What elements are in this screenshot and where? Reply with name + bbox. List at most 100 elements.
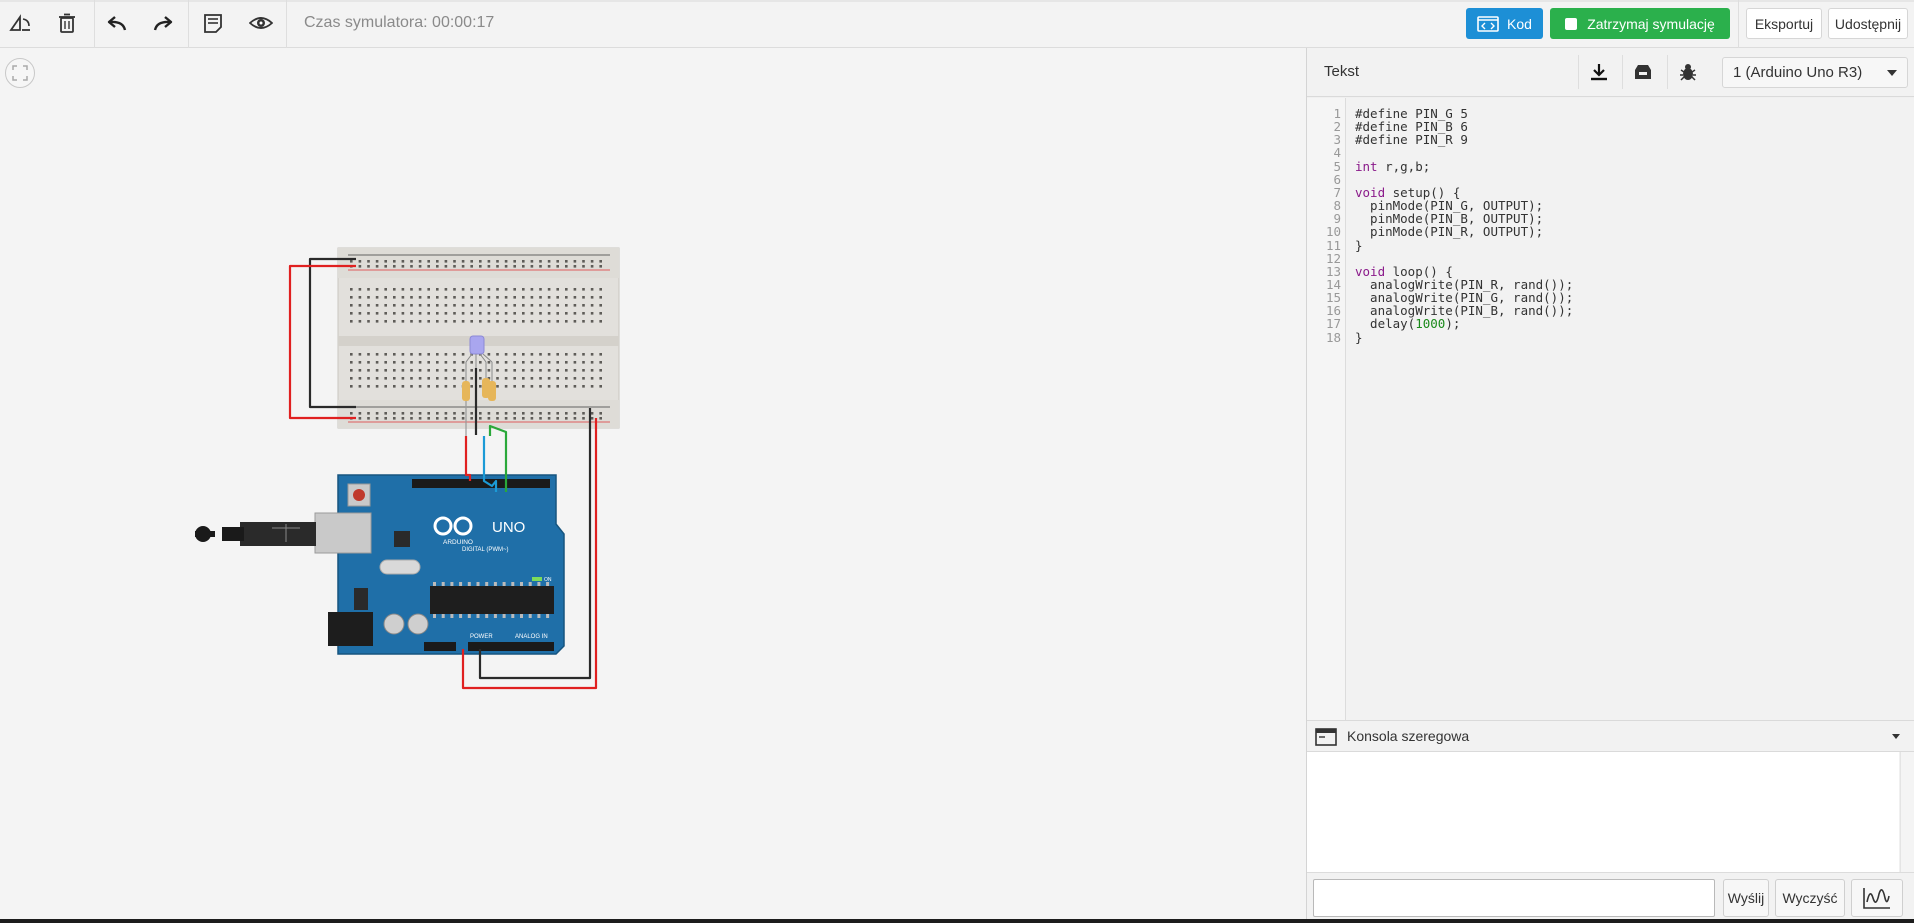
breadboard-hole [436,361,439,364]
breadboard-hole [350,304,353,307]
breadboard-hole [565,312,568,315]
serial-console-header[interactable]: Konsola szeregowa [1307,720,1914,752]
code-text: } [1355,329,1363,345]
breadboard-hole [436,304,439,307]
breadboard-hole [418,288,422,291]
breadboard-hole [539,296,542,299]
breadboard-hole [427,260,430,263]
breadboard-hole [522,369,525,372]
chip-pin [441,582,445,586]
breadboard-hole [496,353,499,356]
breadboard-hole [556,377,559,380]
stop-simulation-label: Zatrzymaj symulację [1587,15,1715,32]
breadboard-hole [410,377,413,380]
graph-button[interactable] [1851,879,1903,917]
breadboard-hole [496,265,499,268]
breadboard-hole [470,304,473,307]
serial-input[interactable] [1313,879,1715,917]
breadboard-hole [358,412,362,415]
breadboard-hole [496,369,499,372]
breadboard-hole [358,265,362,268]
breadboard-hole [393,412,396,415]
serial-console-scrollbar[interactable] [1900,752,1914,872]
arduino-uno-board[interactable]: DIGITAL (PWM~) UNO ARDUINO POWER ANALOG … [195,474,565,655]
breadboard-hole [565,304,568,307]
notes-button[interactable] [196,8,230,38]
breadboard-hole [582,369,585,372]
breadboard-hole [479,296,482,299]
breadboard-hole [453,320,456,323]
chip-pin [502,614,506,618]
breadboard-hole [530,312,534,315]
visibility-button[interactable] [244,8,278,38]
breadboard-hole [599,377,602,380]
breadboard-hole [427,320,430,323]
breadboard-hole [547,361,551,364]
stop-simulation-button[interactable]: Zatrzymaj symulację [1550,8,1730,39]
breadboard-hole [393,312,396,315]
breadboard-hole [504,312,508,315]
stop-icon [1565,17,1578,30]
breadboard-hole [410,288,413,291]
breadboard-hole [565,288,568,291]
download-button[interactable] [1578,55,1619,89]
breadboard-hole [479,385,482,388]
breadboard-hole [461,296,465,299]
breadboard-hole [384,288,387,291]
breadboard-hole [410,369,413,372]
redo-button[interactable] [146,8,180,38]
share-button[interactable]: Udostępnij [1828,8,1908,39]
breadboard-hole [401,296,405,299]
breadboard-hole [410,296,413,299]
code-button[interactable]: Kod [1466,8,1543,39]
breadboard-hole [470,385,473,388]
breadboard-hole [504,320,508,323]
breadboard-hole [470,377,473,380]
breadboard-hole [539,312,542,315]
code-mode-selector[interactable]: Tekst [1324,63,1359,80]
breadboard-hole [410,265,413,268]
device-dropdown[interactable]: 1 (Arduino Uno R3) [1722,57,1908,88]
breadboard-hole [599,369,602,372]
breadboard-hole [599,265,602,268]
breadboard-hole [590,265,594,268]
device-dropdown-value: 1 (Arduino Uno R3) [1733,64,1863,81]
send-button[interactable]: Wyślij [1723,879,1769,917]
breadboard-hole [573,296,577,299]
breadboard-hole [470,320,473,323]
clear-button[interactable]: Wyczyść [1775,879,1845,917]
breadboard-hole [401,353,405,356]
debugger-button[interactable] [1667,55,1708,89]
breadboard-hole [444,353,448,356]
delete-button[interactable] [50,8,84,38]
circuit-drawing: DIGITAL (PWM~) UNO ARDUINO POWER ANALOG … [195,247,620,690]
breadboard-hole [504,385,508,388]
breadboard-hole [418,312,422,315]
breadboard-hole [573,312,577,315]
breadboard-hole [444,304,448,307]
code-editor[interactable]: 1 #define PIN_G 5 2 #define PIN_B 6 3 #define… [1307,98,1914,720]
breadboard-hole [461,361,465,364]
breadboard-hole [393,265,396,268]
breadboard-hole [479,412,482,415]
breadboard-hole [599,296,602,299]
circuit-canvas[interactable]: DIGITAL (PWM~) UNO ARDUINO POWER ANALOG … [0,48,1306,923]
trash-icon [59,13,75,33]
breadboard-hole [573,377,577,380]
breadboard-hole [375,296,379,299]
breadboard-hole [565,417,568,420]
collapse-caret-icon[interactable] [1892,734,1900,739]
breadboard-hole [539,361,542,364]
breadboard-hole [547,260,551,263]
breadboard-hole [393,377,396,380]
breadboard-hole [367,369,370,372]
breadboard-hole [582,296,585,299]
libraries-button[interactable] [1622,55,1663,89]
breadboard-hole [384,412,387,415]
rotate-button[interactable] [3,8,37,38]
undo-button[interactable] [100,8,134,38]
breadboard-hole [436,288,439,291]
breadboard-hole [565,353,568,356]
export-button[interactable]: Eksportuj [1746,8,1822,39]
library-box-icon [1635,65,1651,79]
